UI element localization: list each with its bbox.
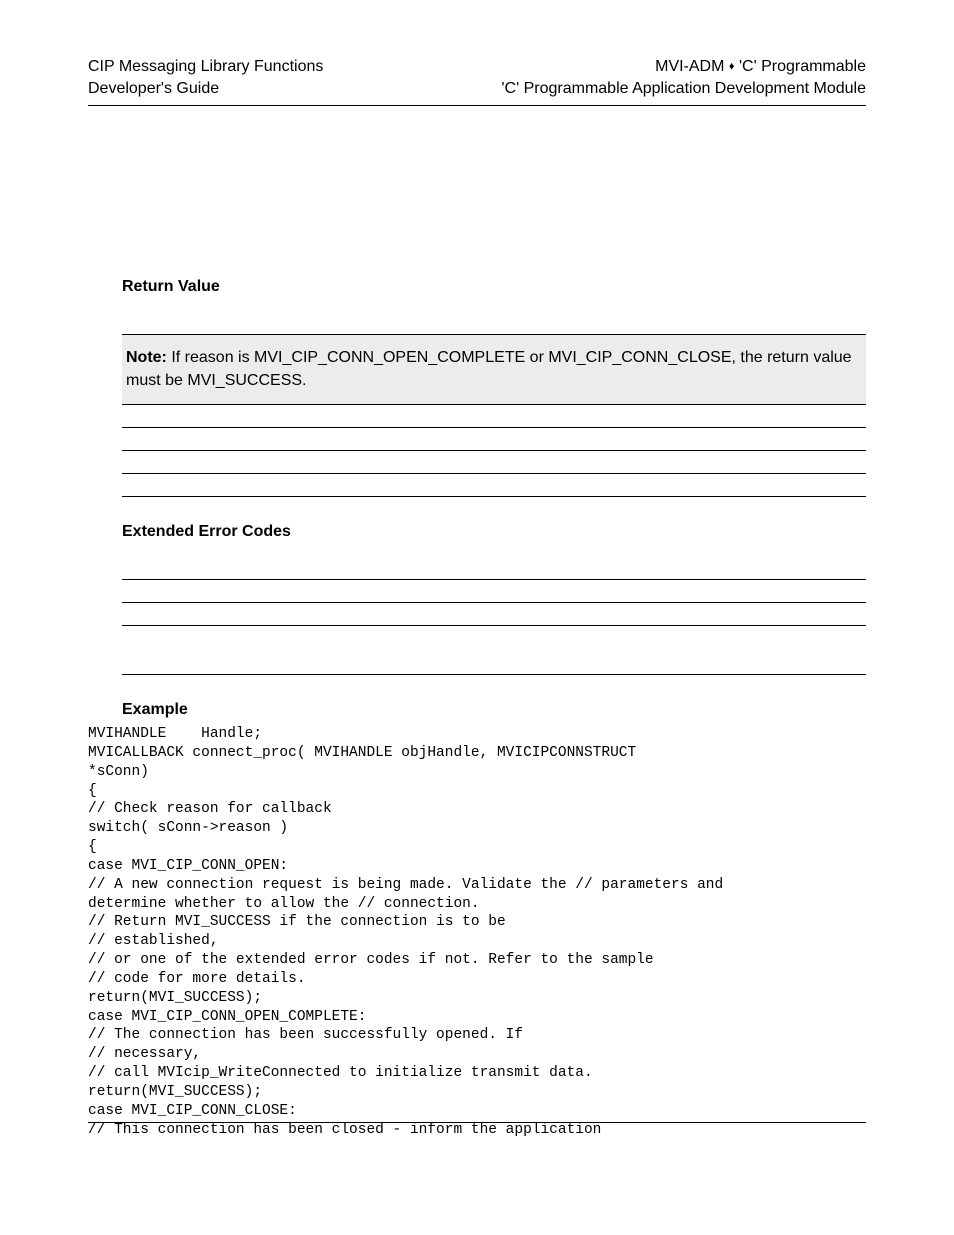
content: Return Value Note: If reason is MVI_CIP_… — [88, 106, 866, 1139]
note-box: Note: If reason is MVI_CIP_CONN_OPEN_COM… — [122, 334, 866, 405]
return-value-rules — [122, 427, 866, 497]
header-left-line2: Developer's Guide — [88, 78, 323, 100]
extended-error-rules — [122, 579, 866, 675]
note-label: Note: — [126, 349, 167, 366]
page: CIP Messaging Library Functions Develope… — [0, 0, 954, 1180]
code-example: MVIHANDLE Handle; MVICALLBACK connect_pr… — [88, 725, 866, 1140]
example-heading: Example — [122, 701, 866, 719]
return-value-heading: Return Value — [122, 278, 866, 296]
header-right-pre: MVI-ADM — [655, 58, 729, 75]
header-left-line1: CIP Messaging Library Functions — [88, 56, 323, 78]
note-text: If reason is MVI_CIP_CONN_OPEN_COMPLETE … — [126, 349, 852, 388]
header-left: CIP Messaging Library Functions Develope… — [88, 56, 323, 99]
header-right-line2: 'C' Programmable Application Development… — [501, 78, 866, 100]
header-right-line1: MVI-ADM ♦ 'C' Programmable — [501, 56, 866, 78]
header-right-post: 'C' Programmable — [735, 58, 866, 75]
footer-rule — [88, 1122, 866, 1123]
divider — [122, 602, 866, 603]
extended-error-heading: Extended Error Codes — [122, 523, 866, 541]
divider — [122, 625, 866, 626]
divider — [122, 674, 866, 675]
page-header: CIP Messaging Library Functions Develope… — [88, 56, 866, 99]
header-right: MVI-ADM ♦ 'C' Programmable 'C' Programma… — [501, 56, 866, 99]
divider — [122, 473, 866, 474]
divider — [122, 427, 866, 428]
divider — [122, 496, 866, 497]
divider — [122, 450, 866, 451]
divider — [122, 579, 866, 580]
